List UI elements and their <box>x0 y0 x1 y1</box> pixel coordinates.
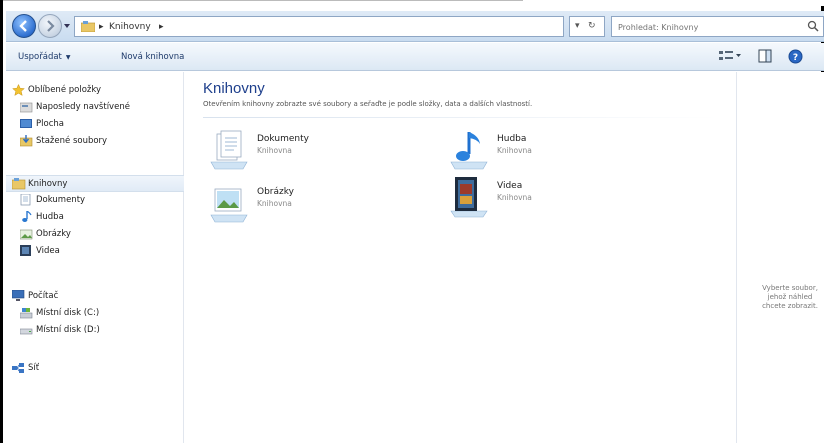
tile-type: Knihovna <box>497 146 532 155</box>
tile-type: Knihovna <box>497 193 532 202</box>
nav-pictures-label: Obrázky <box>36 229 71 239</box>
change-view-button[interactable] <box>718 49 742 66</box>
nav-network-label: Síť <box>28 363 40 373</box>
nav-videos-label: Videa <box>36 246 60 256</box>
search-input[interactable] <box>618 20 798 34</box>
documents-library-icon <box>210 130 248 170</box>
explorer-window: ▸ Knihovny ▸ ▾ ↻ Uspořádat▼ Nová knihovn… <box>0 0 824 443</box>
navigation-pane: Oblíbené položky Naposledy navštívené Pl… <box>6 72 184 443</box>
library-tile-videos[interactable]: Videa Knihovna <box>447 175 647 219</box>
search-icon[interactable] <box>807 20 819 32</box>
nav-network[interactable]: Síť <box>6 360 184 377</box>
nav-music[interactable]: Hudba <box>6 209 184 226</box>
nav-favorites[interactable]: Oblíbené položky <box>6 82 184 99</box>
organize-label: Uspořádat <box>18 52 62 62</box>
nav-pictures[interactable]: Obrázky <box>6 226 184 243</box>
nav-documents-label: Dokumenty <box>36 195 86 205</box>
preview-message-line: chcete zobrazit. <box>762 302 818 310</box>
nav-videos[interactable]: Videa <box>6 243 184 260</box>
preview-message: Vyberte soubor, jehož náhled chcete zobr… <box>745 284 824 311</box>
library-tile-documents[interactable]: Dokumenty Knihovna <box>207 128 407 172</box>
refresh-icon[interactable]: ↻ <box>588 21 596 31</box>
organize-button[interactable]: Uspořádat ▼ <box>18 52 71 62</box>
forward-button[interactable] <box>38 14 62 38</box>
address-dropdown-icon[interactable]: ▾ <box>575 21 580 31</box>
nav-desktop-label: Plocha <box>36 119 64 129</box>
network-icon <box>12 362 25 374</box>
svg-text:?: ? <box>793 53 798 63</box>
nav-documents[interactable]: Dokumenty <box>6 192 184 209</box>
tile-name: Hudba <box>497 134 527 144</box>
nav-computer-label: Počítač <box>28 291 59 301</box>
desktop-icon <box>20 118 33 130</box>
nav-recent-places-label: Naposledy navštívené <box>36 102 130 112</box>
tile-type: Knihovna <box>257 146 292 155</box>
document-icon <box>20 193 33 206</box>
address-row: ▸ Knihovny ▸ ▾ ↻ <box>6 11 824 42</box>
star-icon <box>12 83 25 96</box>
new-library-button[interactable]: Nová knihovna <box>121 52 184 62</box>
view-options-icon <box>719 51 741 60</box>
view-controls: ? <box>718 49 818 65</box>
tile-name: Videa <box>497 181 523 191</box>
page-description: Otevřením knihovny zobrazte své soubory … <box>203 100 533 108</box>
preview-message-line: Vyberte soubor, <box>762 284 818 292</box>
video-icon <box>20 245 33 257</box>
libraries-icon <box>11 178 26 190</box>
content-area: Knihovny Otevřením knihovny zobrazte své… <box>185 72 735 443</box>
nav-computer[interactable]: Počítač <box>6 288 184 305</box>
pictures-icon <box>19 228 33 240</box>
pictures-library-icon <box>210 188 248 223</box>
nav-local-disk-c-label: Místní disk (C:) <box>36 308 100 318</box>
back-button[interactable] <box>12 14 36 38</box>
nav-recent-places[interactable]: Naposledy navštívené <box>6 99 184 116</box>
libraries-icon <box>81 21 95 32</box>
nav-libraries[interactable]: Knihovny <box>6 175 184 192</box>
tile-type: Knihovna <box>257 199 292 208</box>
help-button[interactable]: ? <box>788 49 803 67</box>
window-top-edge <box>3 0 824 6</box>
downloads-icon <box>19 135 33 147</box>
videos-library-icon <box>450 177 488 218</box>
history-dropdown-icon[interactable] <box>63 22 71 30</box>
system-drive-icon <box>19 307 33 319</box>
nav-desktop[interactable]: Plocha <box>6 116 184 133</box>
preview-pane-button[interactable] <box>758 49 772 66</box>
music-library-icon <box>450 132 488 170</box>
nav-local-disk-d-label: Místní disk (D:) <box>36 325 100 335</box>
header-divider <box>203 117 718 118</box>
drive-icon <box>19 324 33 336</box>
music-note-icon <box>20 210 33 223</box>
page-title: Knihovny <box>203 80 265 97</box>
preview-message-line: jehož náhled <box>767 293 813 301</box>
nav-libraries-label: Knihovny <box>28 179 68 189</box>
nav-local-disk-d[interactable]: Místní disk (D:) <box>6 322 184 339</box>
arrow-right-icon <box>47 20 55 32</box>
breadcrumb-libraries[interactable]: Knihovny <box>109 22 151 32</box>
nav-local-disk-c[interactable]: Místní disk (C:) <box>6 305 184 322</box>
arrow-left-icon <box>19 20 27 32</box>
nav-downloads-label: Stažené soubory <box>36 136 108 146</box>
tile-name: Dokumenty <box>257 134 309 144</box>
nav-downloads[interactable]: Stažené soubory <box>6 133 184 150</box>
nav-favorites-label: Oblíbené položky <box>28 85 102 95</box>
chevron-down-icon: ▼ <box>65 54 71 61</box>
preview-pane: Vyberte soubor, jehož náhled chcete zobr… <box>736 72 824 443</box>
recent-places-icon <box>19 101 33 113</box>
computer-icon <box>11 289 25 302</box>
breadcrumb-separator[interactable]: ▸ <box>99 22 104 32</box>
nav-music-label: Hudba <box>36 212 64 222</box>
command-bar: Uspořádat ▼ Nová knihovna ? <box>6 43 824 71</box>
preview-pane-icon <box>758 49 772 63</box>
library-tile-music[interactable]: Hudba Knihovna <box>447 128 647 172</box>
tile-name: Obrázky <box>257 187 294 197</box>
library-tile-pictures[interactable]: Obrázky Knihovna <box>207 181 407 225</box>
address-controls: ▾ ↻ <box>569 16 605 37</box>
help-icon: ? <box>788 49 803 64</box>
breadcrumb-separator-end[interactable]: ▸ <box>159 22 164 32</box>
search-box[interactable] <box>611 16 824 37</box>
address-bar[interactable]: ▸ Knihovny ▸ <box>74 16 564 37</box>
